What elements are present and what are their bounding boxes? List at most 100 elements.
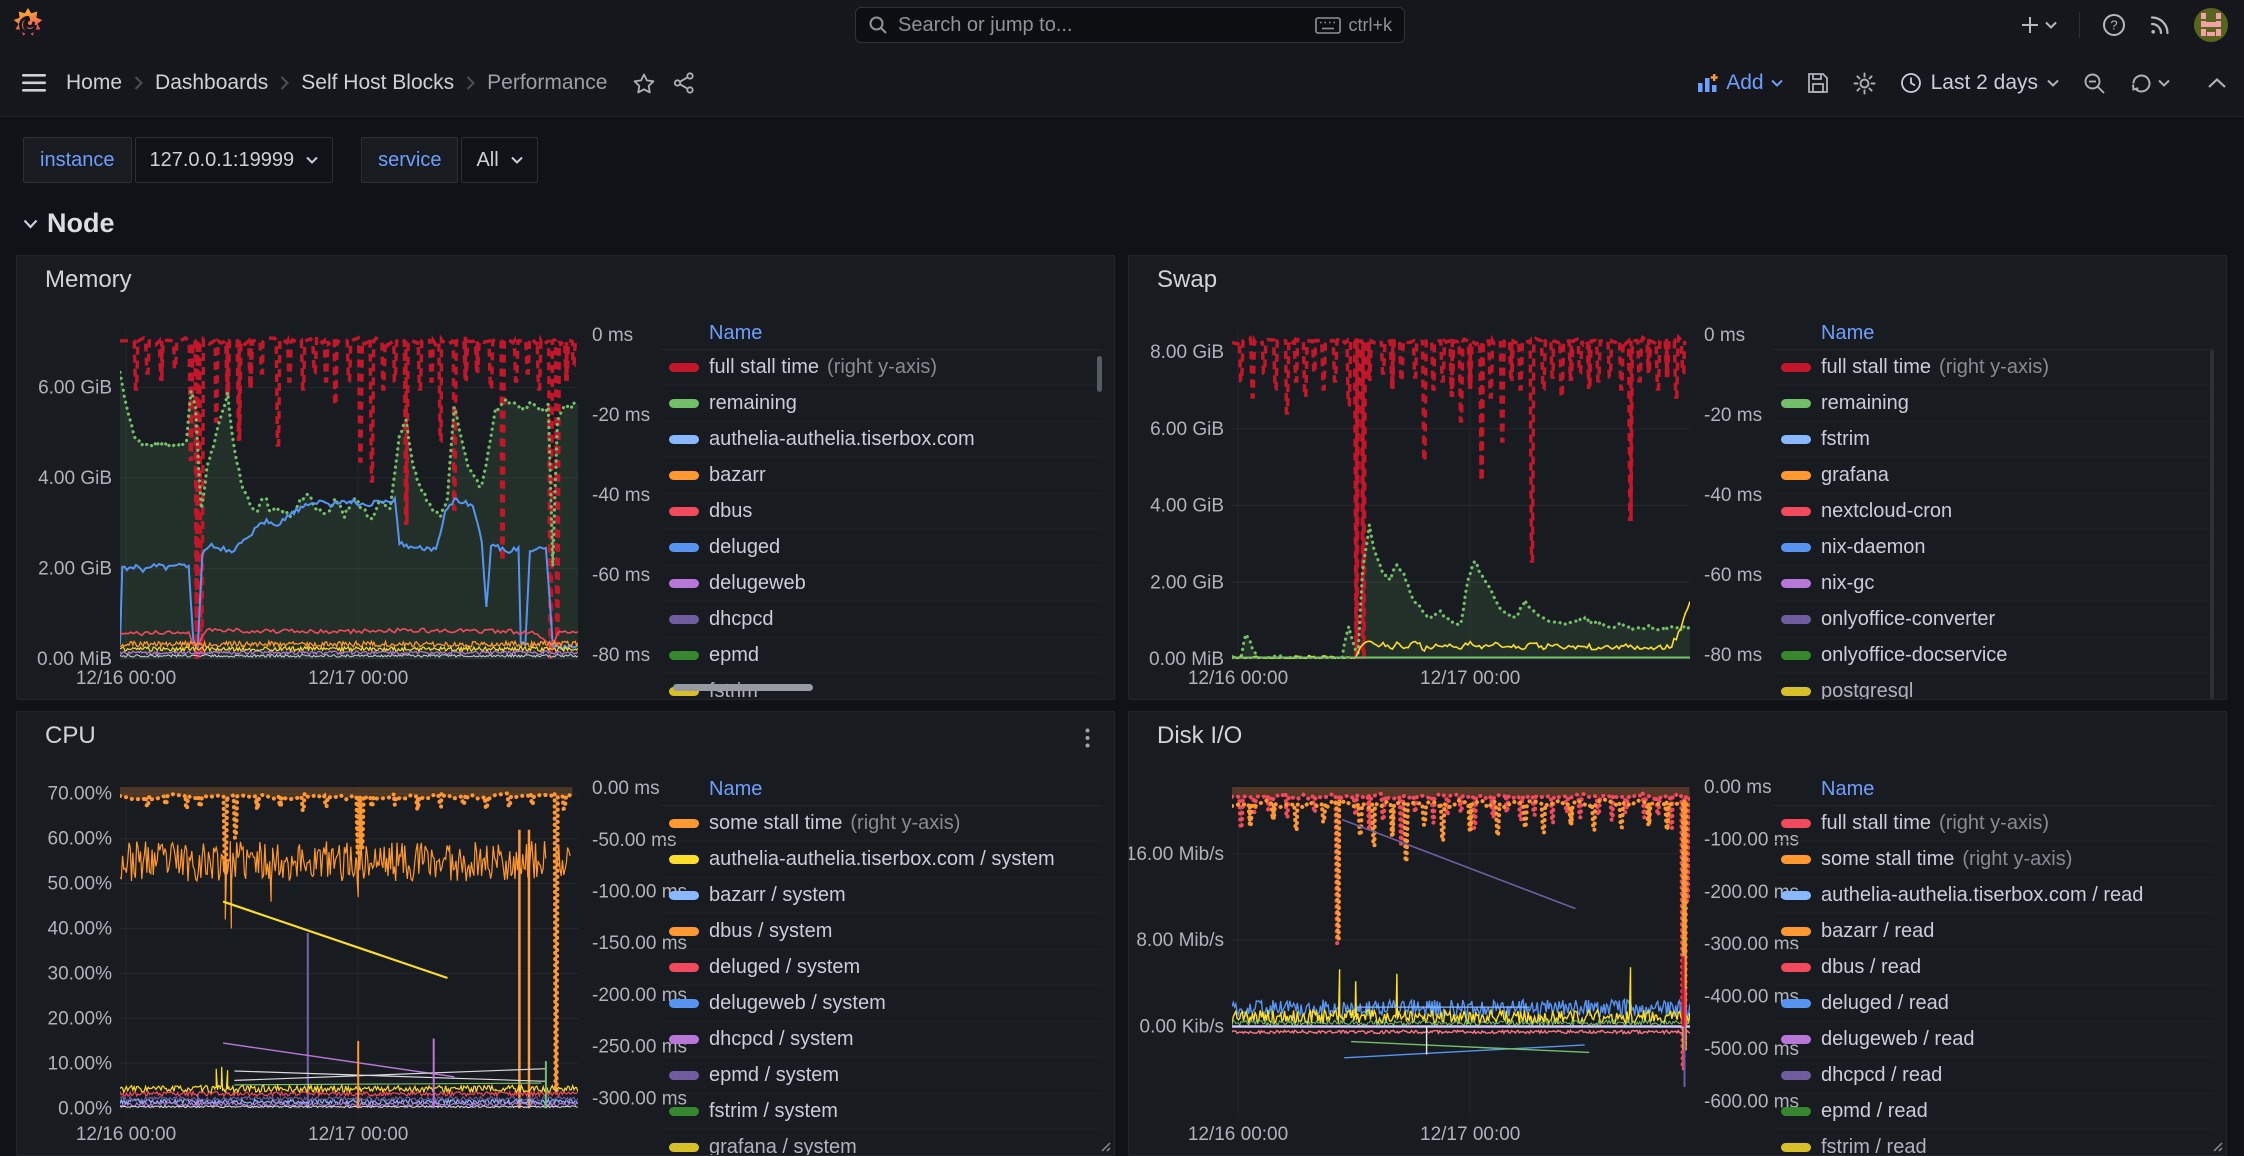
breadcrumb-folder[interactable]: Self Host Blocks — [301, 71, 454, 95]
memory-plot-area[interactable] — [120, 331, 578, 659]
legend-series-epmd-read[interactable]: epmd / read — [1773, 1094, 2214, 1130]
legend-header-name[interactable]: Name — [1773, 776, 2214, 806]
row-node-header[interactable]: Node — [23, 208, 115, 239]
y-axis-left-tick: 8.00 Mib/s — [1136, 930, 1224, 951]
legend-scrollbar[interactable] — [1097, 356, 1102, 392]
legend-series-authelia-authelia-tiserbox-com-read[interactable]: authelia-authelia.tiserbox.com / read — [1773, 878, 2214, 914]
series-color-pill — [1781, 399, 1811, 408]
panel-resize-handle[interactable] — [2211, 1140, 2223, 1152]
collapse-toolbar-button[interactable] — [2208, 78, 2226, 88]
variable-service-label[interactable]: service — [361, 137, 458, 183]
save-dashboard-button[interactable] — [1807, 72, 1829, 94]
swap-plot-area[interactable] — [1232, 331, 1690, 659]
panel-title-cpu[interactable]: CPU — [45, 712, 96, 760]
legend-series-nix-daemon[interactable]: nix-daemon — [1773, 530, 2214, 566]
legend-series-postgresql[interactable]: postgresql — [1773, 674, 2214, 699]
chevron-down-icon — [2047, 79, 2059, 87]
legend-series-bazarr[interactable]: bazarr — [661, 458, 1102, 494]
panel-resize-handle[interactable] — [1099, 1140, 1111, 1152]
legend-series-delugeweb[interactable]: delugeweb — [661, 566, 1102, 602]
legend-series-epmd-system[interactable]: epmd / system — [661, 1058, 1102, 1094]
legend-h-scrollbar[interactable] — [673, 684, 813, 691]
legend-series-fstrim-system[interactable]: fstrim / system — [661, 1094, 1102, 1130]
breadcrumb-dashboards[interactable]: Dashboards — [155, 71, 268, 95]
legend-series-label: some stall time — [1821, 848, 1954, 871]
time-range-picker[interactable]: Last 2 days — [1900, 71, 2059, 95]
favorite-button[interactable] — [633, 73, 655, 94]
legend-series-label: epmd / read — [1821, 1100, 1928, 1123]
legend-series-authelia-authelia-tiserbox-com[interactable]: authelia-authelia.tiserbox.com — [661, 422, 1102, 458]
legend-series-nextcloud-cron[interactable]: nextcloud-cron — [1773, 494, 2214, 530]
variable-instance-value[interactable]: 127.0.0.1:19999 — [135, 137, 334, 183]
legend-header-name[interactable]: Name — [661, 320, 1102, 350]
legend-series-delugeweb-system[interactable]: delugeweb / system — [661, 986, 1102, 1022]
variable-service-value[interactable]: All — [461, 137, 537, 183]
new-button[interactable] — [2020, 15, 2057, 35]
legend-series-dhcpcd[interactable]: dhcpcd — [661, 602, 1102, 638]
legend-series-deluged[interactable]: deluged — [661, 530, 1102, 566]
y-axis-left-tick: 0.00 Kib/s — [1140, 1017, 1225, 1038]
diskio-legend: Namefull stall time(right y-axis)some st… — [1773, 776, 2214, 1155]
series-color-pill — [669, 963, 699, 972]
legend-series-remaining[interactable]: remaining — [661, 386, 1102, 422]
legend-series-onlyoffice-docservice[interactable]: onlyoffice-docservice — [1773, 638, 2214, 674]
zoom-out-button[interactable] — [2083, 72, 2106, 95]
breadcrumb-home[interactable]: Home — [66, 71, 122, 95]
legend-series-nix-gc[interactable]: nix-gc — [1773, 566, 2214, 602]
panel-title-swap[interactable]: Swap — [1157, 256, 1217, 304]
legend-series-full-stall-time[interactable]: full stall time(right y-axis) — [1773, 806, 2214, 842]
legend-series-dbus-system[interactable]: dbus / system — [661, 914, 1102, 950]
legend-series-dbus[interactable]: dbus — [661, 494, 1102, 530]
panel-header: CPU — [17, 712, 1114, 756]
news-button[interactable] — [2148, 13, 2172, 37]
legend-series-label: fstrim / system — [709, 1100, 838, 1123]
variable-instance-label[interactable]: instance — [23, 137, 132, 183]
share-button[interactable] — [673, 72, 695, 94]
legend-series-label: nix-gc — [1821, 572, 1874, 595]
legend-series-deluged-system[interactable]: deluged / system — [661, 950, 1102, 986]
series-color-pill — [669, 399, 699, 408]
legend-series-remaining[interactable]: remaining — [1773, 386, 2214, 422]
legend-header-name[interactable]: Name — [661, 776, 1102, 806]
diskio-plot-area[interactable] — [1232, 787, 1690, 1115]
help-button[interactable]: ? — [2102, 13, 2126, 37]
panel-title-memory[interactable]: Memory — [45, 256, 132, 304]
legend-series-full-stall-time[interactable]: full stall time(right y-axis) — [661, 350, 1102, 386]
cpu-plot-area[interactable] — [120, 787, 578, 1115]
series-color-pill — [669, 999, 699, 1008]
legend-series-delugeweb-read[interactable]: delugeweb / read — [1773, 1022, 2214, 1058]
panel-title-diskio[interactable]: Disk I/O — [1157, 712, 1242, 760]
legend-series-authelia-authelia-tiserbox-com-system[interactable]: authelia-authelia.tiserbox.com / system — [661, 842, 1102, 878]
y-axis-left-tick: 6.00 GiB — [38, 378, 112, 399]
search-input[interactable]: Search or jump to... ctrl+k — [855, 7, 1405, 43]
y-axis-left-tick: 4.00 GiB — [38, 468, 112, 489]
legend-series-bazarr-read[interactable]: bazarr / read — [1773, 914, 2214, 950]
legend-series-fstrim-read[interactable]: fstrim / read — [1773, 1130, 2214, 1155]
series-color-pill — [1781, 651, 1811, 660]
legend-series-epmd[interactable]: epmd — [661, 638, 1102, 674]
legend-series-full-stall-time[interactable]: full stall time(right y-axis) — [1773, 350, 2214, 386]
legend-series-dbus-read[interactable]: dbus / read — [1773, 950, 2214, 986]
refresh-button[interactable] — [2130, 72, 2170, 95]
y-axis-right-tick: -20 ms — [1704, 405, 1762, 426]
y-axis-left-tick: 2.00 GiB — [1150, 572, 1224, 593]
legend-series-deluged-read[interactable]: deluged / read — [1773, 986, 2214, 1022]
legend-series-dhcpcd-read[interactable]: dhcpcd / read — [1773, 1058, 2214, 1094]
legend-series-fstrim[interactable]: fstrim — [1773, 422, 2214, 458]
legend-series-some-stall-time[interactable]: some stall time(right y-axis) — [1773, 842, 2214, 878]
dashboard-settings-button[interactable] — [1853, 72, 1876, 95]
grafana-logo[interactable] — [10, 7, 46, 43]
legend-series-bazarr-system[interactable]: bazarr / system — [661, 878, 1102, 914]
y-axis-right-tick: -80 ms — [592, 645, 650, 666]
user-avatar[interactable] — [2194, 8, 2228, 42]
legend-series-some-stall-time[interactable]: some stall time(right y-axis) — [661, 806, 1102, 842]
legend-scrollbar-track[interactable] — [2210, 350, 2214, 699]
legend-series-dhcpcd-system[interactable]: dhcpcd / system — [661, 1022, 1102, 1058]
add-button[interactable]: Add — [1697, 71, 1782, 95]
menu-toggle[interactable] — [22, 74, 46, 92]
legend-series-grafana-system[interactable]: grafana / system — [661, 1130, 1102, 1155]
legend-series-onlyoffice-converter[interactable]: onlyoffice-converter — [1773, 602, 2214, 638]
legend-series-grafana[interactable]: grafana — [1773, 458, 2214, 494]
panel-menu-icon[interactable] — [1079, 726, 1096, 750]
legend-header-name[interactable]: Name — [1773, 320, 2214, 350]
